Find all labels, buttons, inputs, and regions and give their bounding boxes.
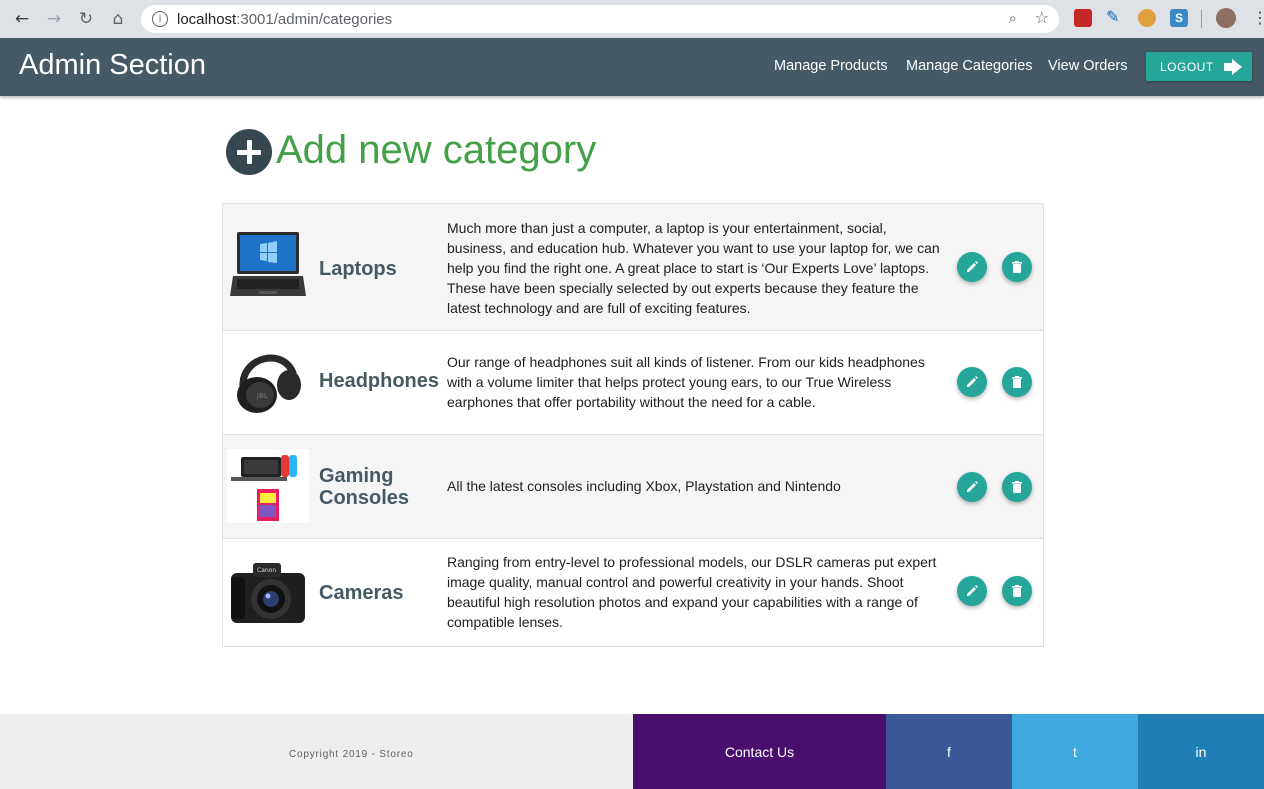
category-name: Cameras xyxy=(319,582,404,604)
url-text[interactable]: localhost:3001/admin/categories xyxy=(177,11,392,28)
gaming-console-image xyxy=(227,449,309,523)
reload-icon[interactable]: ↻ xyxy=(70,3,102,35)
delete-button[interactable] xyxy=(1002,472,1032,502)
delete-button[interactable] xyxy=(1002,367,1032,397)
category-description: Ranging from entry-level to professional… xyxy=(447,554,937,630)
zoom-icon[interactable]: ⌕ xyxy=(1009,9,1017,27)
pencil-icon xyxy=(967,261,978,272)
browser-menu-icon[interactable]: ⋮ xyxy=(1252,8,1264,27)
extension-icon[interactable] xyxy=(1138,9,1156,27)
camera-image: Canon xyxy=(231,563,305,623)
browser-toolbar: ← → ↻ ⌂ i localhost:3001/admin/categorie… xyxy=(0,0,1264,38)
pencil-icon xyxy=(967,481,978,492)
category-description: Our range of headphones suit all kinds o… xyxy=(447,354,925,410)
trash-icon xyxy=(1012,585,1022,597)
delete-button[interactable] xyxy=(1002,252,1032,282)
headphones-image: JBL xyxy=(237,354,301,413)
s-extension-icon[interactable]: S xyxy=(1170,9,1188,27)
bookmark-star-icon[interactable]: ☆ xyxy=(1035,8,1049,27)
address-bar[interactable]: i localhost:3001/admin/categories ⌕ ☆ xyxy=(141,5,1059,33)
category-description: Much more than just a computer, a laptop… xyxy=(447,220,940,316)
trash-icon xyxy=(1012,376,1022,388)
laptop-image xyxy=(230,232,306,296)
trash-icon xyxy=(1012,481,1022,493)
category-name: Laptops xyxy=(319,258,397,280)
categories-table: Laptops Much more than just a computer, … xyxy=(222,203,1044,647)
logout-button[interactable]: LOGOUT xyxy=(1146,52,1252,81)
linkedin-link[interactable]: in xyxy=(1138,714,1264,789)
arrow-right-icon xyxy=(1223,58,1242,75)
pencil-icon xyxy=(967,376,978,387)
category-name: Headphones xyxy=(319,370,440,392)
contact-us-link[interactable]: Contact Us xyxy=(633,714,886,789)
category-name: Gaming Consoles xyxy=(319,465,410,509)
forward-arrow-icon[interactable]: → xyxy=(38,3,70,35)
table-row: Laptops Much more than just a computer, … xyxy=(223,204,1043,331)
trash-icon xyxy=(1012,261,1022,273)
logout-label: LOGOUT xyxy=(1160,59,1214,74)
back-arrow-icon[interactable]: ← xyxy=(6,3,38,35)
admin-title: Admin Section xyxy=(19,49,206,81)
table-row: JBL Headphones Our range of headphones s… xyxy=(223,331,1043,435)
site-info-icon[interactable]: i xyxy=(152,11,168,27)
edit-button[interactable] xyxy=(957,252,987,282)
facebook-link[interactable]: f xyxy=(886,714,1012,789)
edit-button[interactable] xyxy=(957,472,987,502)
delete-button[interactable] xyxy=(1002,576,1032,606)
nav-manage-categories[interactable]: Manage Categories xyxy=(906,58,1033,74)
nav-manage-products[interactable]: Manage Products xyxy=(774,58,888,74)
copyright-text: Copyright 2019 - Storeo xyxy=(289,749,414,760)
twitter-link[interactable]: t xyxy=(1012,714,1138,789)
footer: Copyright 2019 - Storeo Contact Us f t i… xyxy=(0,714,1264,789)
pencil-icon xyxy=(967,585,978,596)
admin-header: Admin Section Manage Products Manage Cat… xyxy=(0,38,1264,96)
pen-extension-icon[interactable]: ✎ xyxy=(1106,7,1124,26)
profile-avatar[interactable] xyxy=(1216,8,1236,28)
toolbar-divider xyxy=(1201,10,1202,28)
nav-view-orders[interactable]: View Orders xyxy=(1048,58,1128,74)
table-row: Canon Cameras Ranging from entry-level t… xyxy=(223,539,1043,646)
edit-button[interactable] xyxy=(957,576,987,606)
extension-icon[interactable] xyxy=(1074,9,1092,27)
svg-text:Canon: Canon xyxy=(257,567,276,574)
edit-button[interactable] xyxy=(957,367,987,397)
table-row: Gaming Consoles All the latest consoles … xyxy=(223,435,1043,539)
category-description: All the latest consoles including Xbox, … xyxy=(447,478,841,494)
home-icon[interactable]: ⌂ xyxy=(102,3,134,35)
add-category-icon[interactable] xyxy=(226,129,272,175)
add-category-title[interactable]: Add new category xyxy=(276,128,596,173)
svg-text:JBL: JBL xyxy=(256,392,268,400)
